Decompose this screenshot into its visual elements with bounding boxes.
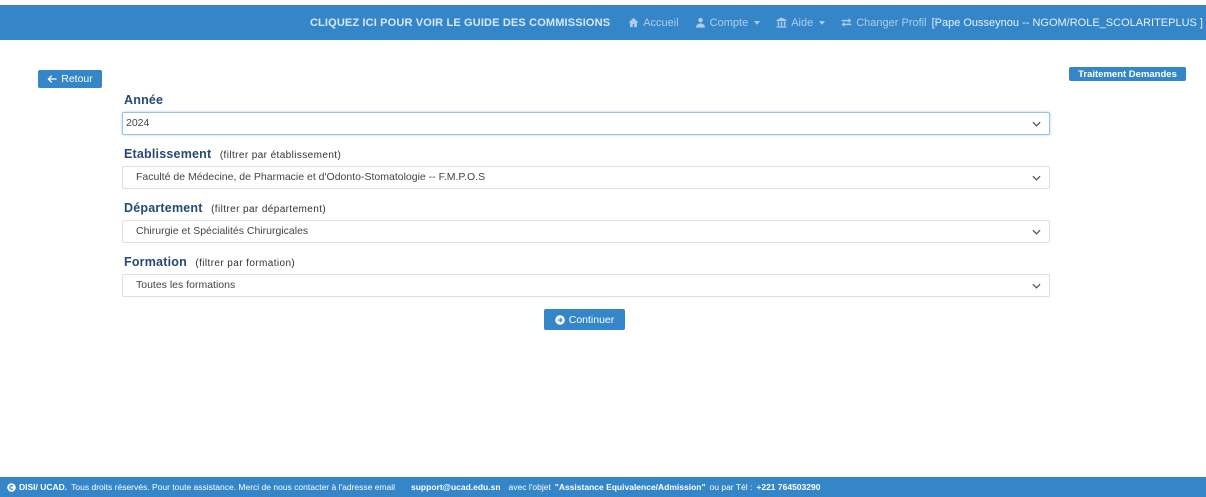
copyright-icon [7,482,16,492]
chevron-down-icon [1032,175,1041,181]
formation-select-value: Toutes les formations [136,279,236,291]
footer-phone-prefix: ou par Tél : [709,482,753,492]
etablissement-hint: (filtrer par établissement) [219,150,342,161]
circle-arrow-right-icon [554,314,565,325]
field-etablissement: Etablissement (filtrer par établissement… [122,146,1050,200]
annee-select-value: 2024 [126,117,150,129]
nav-item-label: Accueil [643,16,679,29]
etablissement-label: Etablissement [124,147,212,161]
footer: DISI/ UCAD. Tous droits réservés. Pour t… [0,477,1206,497]
top-navbar: CLIQUEZ ICI POUR VOIR LE GUIDE DES COMMI… [0,5,1206,40]
field-label: Etablissement (filtrer par établissement… [122,146,1050,166]
back-button[interactable]: Retour [38,70,102,88]
caret-down-icon [754,20,761,25]
field-label: Formation (filtrer par formation) [122,254,1050,274]
chevron-down-icon [1032,121,1041,127]
departement-label: Département [124,201,203,215]
chevron-down-icon [1032,283,1041,289]
departement-hint: (filtrer par département) [211,204,327,215]
field-label: Département (filtrer par département) [122,200,1050,220]
traitement-demandes-button[interactable]: Traitement Demandes [1069,67,1186,81]
arrow-left-icon [47,74,57,84]
exchange-icon [841,17,852,28]
nav-item-label: Changer Profil [856,16,927,29]
institution-icon [776,17,787,28]
field-annee: Année 2024 [122,92,1050,146]
support-email-link[interactable]: support@ucad.edu.sn [411,482,501,492]
footer-phone: +221 764503290 [756,482,821,492]
field-formation: Formation (filtrer par formation) Toutes… [122,254,1050,308]
user-icon [695,17,706,28]
field-label: Année [122,92,1050,112]
nav-item-label: Aide [791,16,814,29]
footer-text: Tous droits réservés. Pour toute assista… [71,482,396,492]
back-button-label: Retour [61,73,93,85]
footer-subject: "Assistance Equivalence/Admission" [554,482,706,492]
commission-guide-link[interactable]: CLIQUEZ ICI POUR VOIR LE GUIDE DES COMMI… [310,17,610,29]
field-departement: Département (filtrer par département) Ch… [122,200,1050,254]
nav-item-aide[interactable]: Aide [776,16,826,29]
home-icon [628,17,639,28]
chevron-down-icon [1032,229,1041,235]
continuer-button[interactable]: Continuer [544,309,625,330]
footer-org: DISI/ UCAD. [19,482,68,492]
formation-hint: (filtrer par formation) [195,258,296,269]
continuer-button-label: Continuer [568,313,615,326]
etablissement-select-value: Faculté de Médecine, de Pharmacie et d'O… [136,171,486,183]
footer-subject-prefix: avec l'objet [508,482,551,492]
user-profile-info: [Pape Ousseynou -- NGOM/ROLE_SCOLARITEPL… [931,16,1203,29]
etablissement-select[interactable]: Faculté de Médecine, de Pharmacie et d'O… [122,166,1050,189]
annee-label: Année [124,93,164,107]
filter-form: Année 2024 Etablissement (filtrer par ét… [122,92,1050,308]
nav-item-accueil[interactable]: Accueil [628,16,679,29]
departement-select-value: Chirurgie et Spécialités Chirurgicales [136,225,309,237]
nav-item-changer-profil[interactable]: Changer Profil [841,16,927,29]
nav-item-label: Compte [709,16,749,29]
formation-label: Formation [124,255,187,269]
annee-select[interactable]: 2024 [122,112,1050,135]
caret-down-icon [819,20,826,25]
departement-select[interactable]: Chirurgie et Spécialités Chirurgicales [122,220,1050,243]
nav-item-compte[interactable]: Compte [695,17,761,29]
formation-select[interactable]: Toutes les formations [122,274,1050,297]
